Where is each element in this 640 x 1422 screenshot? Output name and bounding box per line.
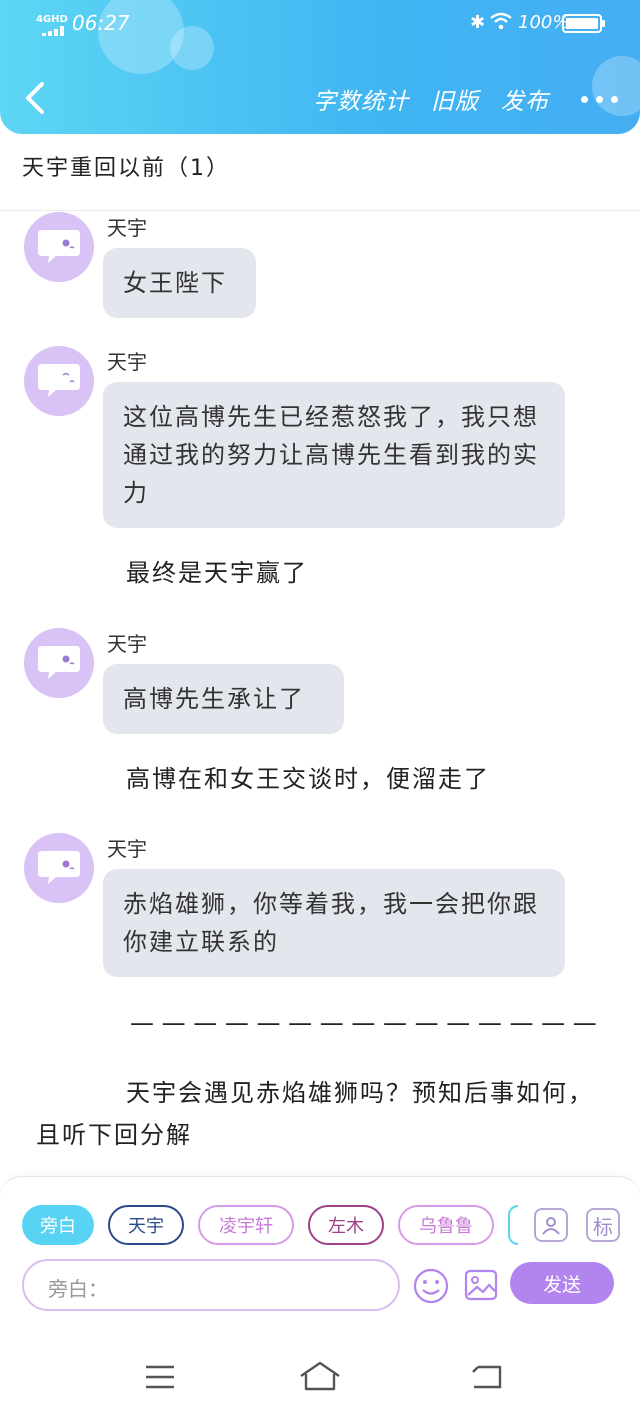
role-manage-icon[interactable] [534, 1208, 568, 1242]
narration-text[interactable]: 天宇会遇见赤焰雄狮吗？预知后事如何，且听下回分解 [36, 1072, 616, 1156]
battery-icon [562, 14, 605, 33]
system-nav-bar [0, 1312, 640, 1422]
message-bubble[interactable]: 女王陛下 [103, 248, 256, 318]
avatar[interactable] [24, 628, 94, 698]
chevron-left-icon [26, 82, 44, 114]
narration-text[interactable]: 最终是天宇赢了 [126, 552, 308, 594]
bluetooth-icon: ✱ [470, 12, 486, 33]
narration-text[interactable]: 高博在和女王交谈时，便溜走了 [126, 758, 490, 800]
role-chip-wululu[interactable]: 乌鲁鲁 [398, 1205, 494, 1245]
chapter-title[interactable]: 天宇重回以前（1） [22, 150, 230, 182]
clock: 06:27 [72, 11, 130, 35]
role-chip-zuomu[interactable]: 左木 [308, 1205, 384, 1245]
avatar[interactable] [24, 212, 94, 282]
role-chip-partial[interactable] [508, 1205, 518, 1245]
sender-name: 天宇 [107, 350, 147, 374]
role-chip-narrator[interactable]: 旁白 [22, 1205, 94, 1245]
sender-name: 天宇 [107, 837, 147, 861]
publish-button[interactable]: 发布 [501, 82, 549, 116]
more-icon[interactable] [581, 95, 618, 103]
menu-icon[interactable] [144, 1364, 176, 1394]
role-chip-lingyuxuan[interactable]: 凌宇轩 [198, 1205, 294, 1245]
avatar[interactable] [24, 346, 94, 416]
header-actions: 字数统计 旧版 发布 [291, 82, 618, 116]
chat-bubble-avatar-icon [38, 364, 80, 397]
message-bubble[interactable]: 这位高博先生已经惹怒我了，我只想通过我的努力让高博先生看到我的实力 [103, 382, 565, 528]
chat-bubble-avatar-icon [38, 646, 80, 679]
word-count-button[interactable]: 字数统计 [313, 82, 409, 116]
message-input[interactable]: 旁白： [22, 1259, 400, 1311]
divider [0, 210, 640, 211]
wifi-icon [490, 12, 512, 35]
role-chip-tianyu[interactable]: 天宇 [108, 1205, 184, 1245]
chat-bubble-avatar-icon [38, 851, 80, 884]
signal-icon [42, 26, 66, 36]
send-button[interactable]: 发送 [510, 1262, 614, 1304]
app-header: 4GHD 06:27 ✱ 100% 字数统计 旧版 发布 [0, 0, 640, 134]
image-icon[interactable] [463, 1267, 499, 1303]
tag-button[interactable]: 标 [586, 1208, 620, 1242]
old-version-button[interactable]: 旧版 [431, 82, 479, 116]
chat-bubble-avatar-icon [38, 230, 80, 263]
emoji-icon[interactable] [412, 1267, 450, 1305]
back-nav-icon[interactable] [470, 1364, 504, 1394]
sender-name: 天宇 [107, 632, 147, 656]
back-button[interactable] [18, 78, 54, 118]
status-bar: 4GHD 06:27 ✱ 100% [0, 0, 640, 48]
composer-panel: 旁白 天宇 凌宇轩 左木 乌鲁鲁 标 旁白： 发送 [0, 1176, 640, 1312]
message-bubble[interactable]: 高博先生承让了 [103, 664, 344, 734]
sender-name: 天宇 [107, 216, 147, 240]
avatar[interactable] [24, 833, 94, 903]
network-type: 4GHD [36, 14, 68, 25]
home-icon[interactable] [298, 1360, 342, 1396]
message-bubble[interactable]: 赤焰雄狮，你等着我，我一会把你跟你建立联系的 [103, 869, 565, 977]
separator-line[interactable]: — — — — — — — — — — — — — — — [130, 1002, 597, 1044]
